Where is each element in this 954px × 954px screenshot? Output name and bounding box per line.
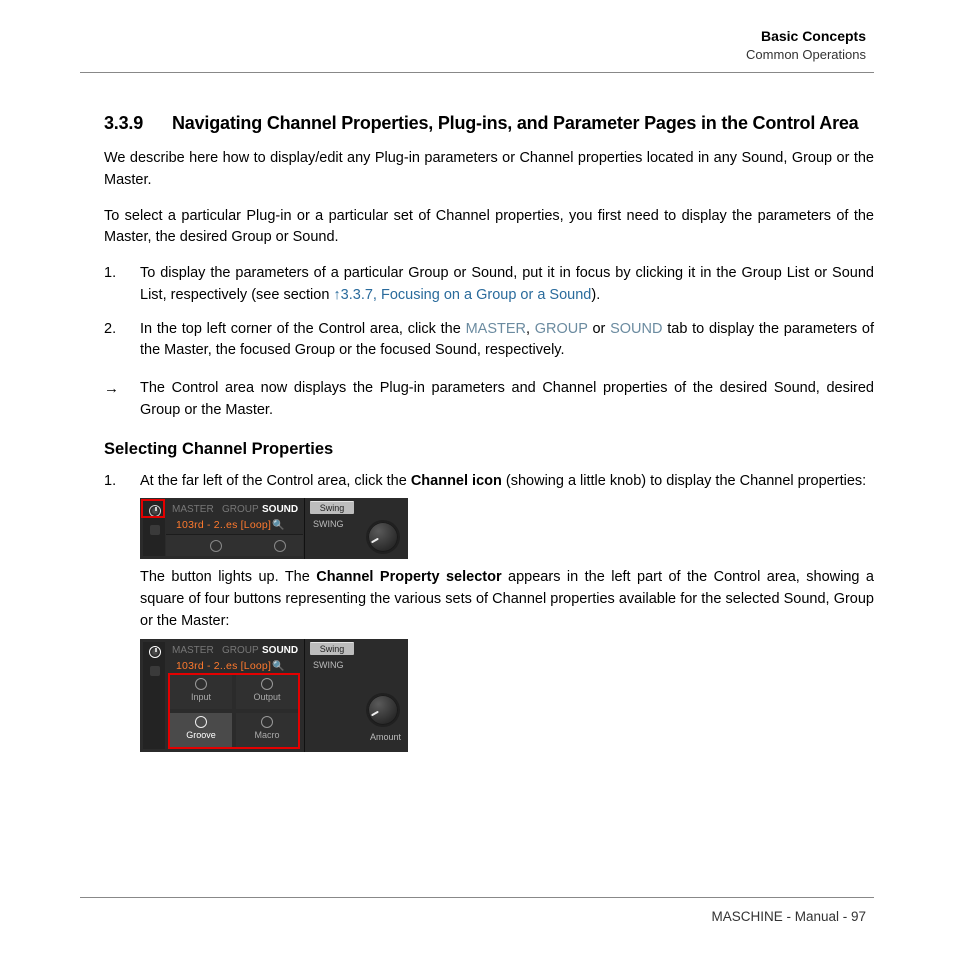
ordered-list: At the far left of the Control area, cli… [104,471,874,752]
tab-group[interactable]: GROUP [222,643,259,658]
subsection-heading: Selecting Channel Properties [104,440,874,459]
ordered-list: To display the parameters of a particula… [104,263,874,362]
result-note: The Control area now displays the Plug-i… [104,378,874,422]
ui-term-master: MASTER [466,321,526,337]
tab-sound[interactable]: SOUND [262,643,298,658]
paragraph: We describe here how to display/edit any… [104,148,874,192]
channel-icon[interactable] [149,646,161,658]
section-heading: 3.3.9Navigating Channel Properties, Plug… [104,113,874,134]
list-item: In the top left corner of the Control ar… [104,319,874,363]
swing-tab[interactable]: Swing [310,501,354,514]
selector-icon[interactable] [274,540,286,552]
paragraph: To select a particular Plug-in or a part… [104,206,874,250]
highlight-box [141,499,165,518]
swing-tab[interactable]: Swing [310,642,354,655]
cross-reference-link[interactable]: ↑3.3.7, Focusing on a Group or a Sound [333,287,591,303]
divider [80,72,874,73]
sidebar [143,642,165,749]
plugin-icon[interactable] [150,666,160,676]
divider [304,498,305,559]
term-channel-property-selector: Channel Property selector [316,569,501,585]
screenshot-control-area-expanded: MASTER GROUP SOUND 103rd - 2..es [Loop]🔍… [140,639,408,752]
selector-icon[interactable] [210,540,222,552]
swing-label: SWING [313,659,344,673]
screenshot-control-area-collapsed: MASTER GROUP SOUND 103rd - 2..es [Loop]🔍… [140,498,408,559]
highlight-box [168,673,300,749]
list-item: At the far left of the Control area, cli… [104,471,874,752]
page-footer: MASCHINE - Manual - 97 [711,909,866,924]
amount-knob[interactable] [368,522,398,552]
term-channel-icon: Channel icon [411,473,502,489]
swing-label: SWING [313,518,344,532]
divider [304,639,305,752]
tab-group[interactable]: GROUP [222,502,259,517]
tab-master[interactable]: MASTER [172,502,214,517]
tab-master[interactable]: MASTER [172,643,214,658]
selector-tray [166,534,303,556]
breadcrumb-chapter: Basic Concepts [80,28,866,44]
ui-term-group: GROUP [535,321,588,337]
breadcrumb-section: Common Operations [80,47,866,62]
plugin-icon[interactable] [150,525,160,535]
section-number: 3.3.9 [104,113,172,134]
sound-name[interactable]: 103rd - 2..es [Loop]🔍 [176,518,285,534]
amount-knob[interactable] [368,695,398,725]
divider [80,897,874,898]
tab-sound[interactable]: SOUND [262,502,298,517]
search-icon[interactable]: 🔍 [272,661,285,672]
amount-label: Amount [370,731,401,745]
section-title: Navigating Channel Properties, Plug-ins,… [172,113,859,133]
search-icon[interactable]: 🔍 [272,520,285,531]
list-item: To display the parameters of a particula… [104,263,874,307]
ui-term-sound: SOUND [610,321,662,337]
